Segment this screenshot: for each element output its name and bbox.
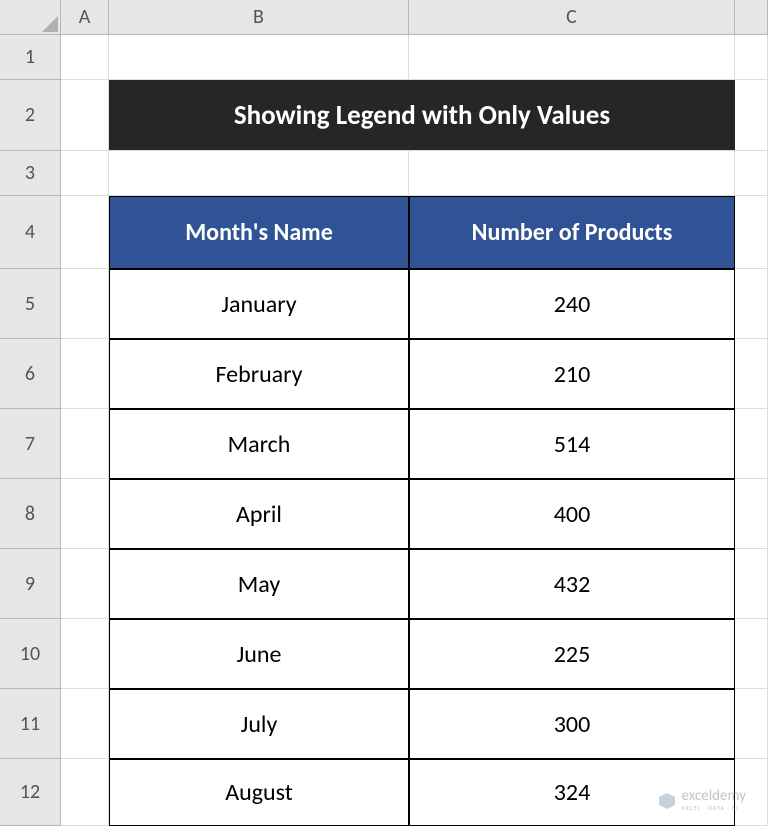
- cell-D7[interactable]: [735, 409, 768, 479]
- row-header-4[interactable]: 4: [0, 196, 61, 269]
- row-header-2[interactable]: 2: [0, 80, 61, 151]
- row-header-12[interactable]: 12: [0, 759, 61, 826]
- cell-A7[interactable]: [61, 409, 109, 479]
- select-all-corner[interactable]: [0, 0, 61, 35]
- cell-month[interactable]: April: [109, 479, 409, 549]
- watermark: exceldemy EXCEL · DATA · BI: [658, 789, 746, 812]
- col-header-A[interactable]: A: [61, 0, 109, 35]
- cell-D2[interactable]: [735, 80, 768, 151]
- hexagon-icon: [658, 792, 676, 810]
- cell-grid: Showing Legend with Only Values Month's …: [61, 35, 768, 826]
- row-headers: 1 2 3 4 5 6 7 8 9 10 11 12: [0, 35, 61, 826]
- cell-A8[interactable]: [61, 479, 109, 549]
- select-all-triangle-icon: [42, 16, 58, 32]
- cell-C1[interactable]: [409, 35, 735, 80]
- col-header-C[interactable]: C: [409, 0, 735, 35]
- row-header-9[interactable]: 9: [0, 549, 61, 619]
- cell-D4[interactable]: [735, 196, 768, 269]
- cell-month[interactable]: February: [109, 339, 409, 409]
- cell-A12[interactable]: [61, 759, 109, 826]
- cell-D10[interactable]: [735, 619, 768, 689]
- cell-D11[interactable]: [735, 689, 768, 759]
- cell-D8[interactable]: [735, 479, 768, 549]
- cell-month[interactable]: June: [109, 619, 409, 689]
- cell-A4[interactable]: [61, 196, 109, 269]
- cell-month[interactable]: May: [109, 549, 409, 619]
- cell-value[interactable]: 432: [409, 549, 735, 619]
- row-header-11[interactable]: 11: [0, 689, 61, 759]
- cell-month[interactable]: January: [109, 269, 409, 339]
- cell-value[interactable]: 240: [409, 269, 735, 339]
- cell-month[interactable]: July: [109, 689, 409, 759]
- cell-value[interactable]: 210: [409, 339, 735, 409]
- cell-D1[interactable]: [735, 35, 768, 80]
- cell-A3[interactable]: [61, 151, 109, 196]
- row-header-8[interactable]: 8: [0, 479, 61, 549]
- row-header-5[interactable]: 5: [0, 269, 61, 339]
- cell-B3[interactable]: [109, 151, 409, 196]
- cell-value[interactable]: 225: [409, 619, 735, 689]
- cell-month[interactable]: August: [109, 759, 409, 826]
- col-header-D[interactable]: [735, 0, 768, 35]
- row-header-6[interactable]: 6: [0, 339, 61, 409]
- spreadsheet: A B C 1 2 3 4 5 6 7 8 9 10 11 12 Showing…: [0, 0, 768, 826]
- cell-A1[interactable]: [61, 35, 109, 80]
- cell-D6[interactable]: [735, 339, 768, 409]
- cell-A9[interactable]: [61, 549, 109, 619]
- watermark-text: exceldemy EXCEL · DATA · BI: [682, 789, 746, 812]
- cell-D9[interactable]: [735, 549, 768, 619]
- row-header-7[interactable]: 7: [0, 409, 61, 479]
- cell-C3[interactable]: [409, 151, 735, 196]
- row-header-1[interactable]: 1: [0, 35, 61, 80]
- cell-A10[interactable]: [61, 619, 109, 689]
- cell-D5[interactable]: [735, 269, 768, 339]
- row-header-10[interactable]: 10: [0, 619, 61, 689]
- cell-value[interactable]: 400: [409, 479, 735, 549]
- cell-B1[interactable]: [109, 35, 409, 80]
- cell-month[interactable]: March: [109, 409, 409, 479]
- table-header-number[interactable]: Number of Products: [409, 196, 735, 269]
- cell-D3[interactable]: [735, 151, 768, 196]
- title-cell[interactable]: Showing Legend with Only Values: [109, 80, 735, 151]
- table-header-month[interactable]: Month's Name: [109, 196, 409, 269]
- watermark-tagline: EXCEL · DATA · BI: [682, 804, 746, 812]
- cell-A2[interactable]: [61, 80, 109, 151]
- column-headers: A B C: [61, 0, 768, 35]
- watermark-brand: exceldemy: [682, 789, 746, 804]
- cell-A5[interactable]: [61, 269, 109, 339]
- cell-A6[interactable]: [61, 339, 109, 409]
- col-header-B[interactable]: B: [109, 0, 409, 35]
- cell-A11[interactable]: [61, 689, 109, 759]
- cell-value[interactable]: 300: [409, 689, 735, 759]
- cell-value[interactable]: 514: [409, 409, 735, 479]
- row-header-3[interactable]: 3: [0, 151, 61, 196]
